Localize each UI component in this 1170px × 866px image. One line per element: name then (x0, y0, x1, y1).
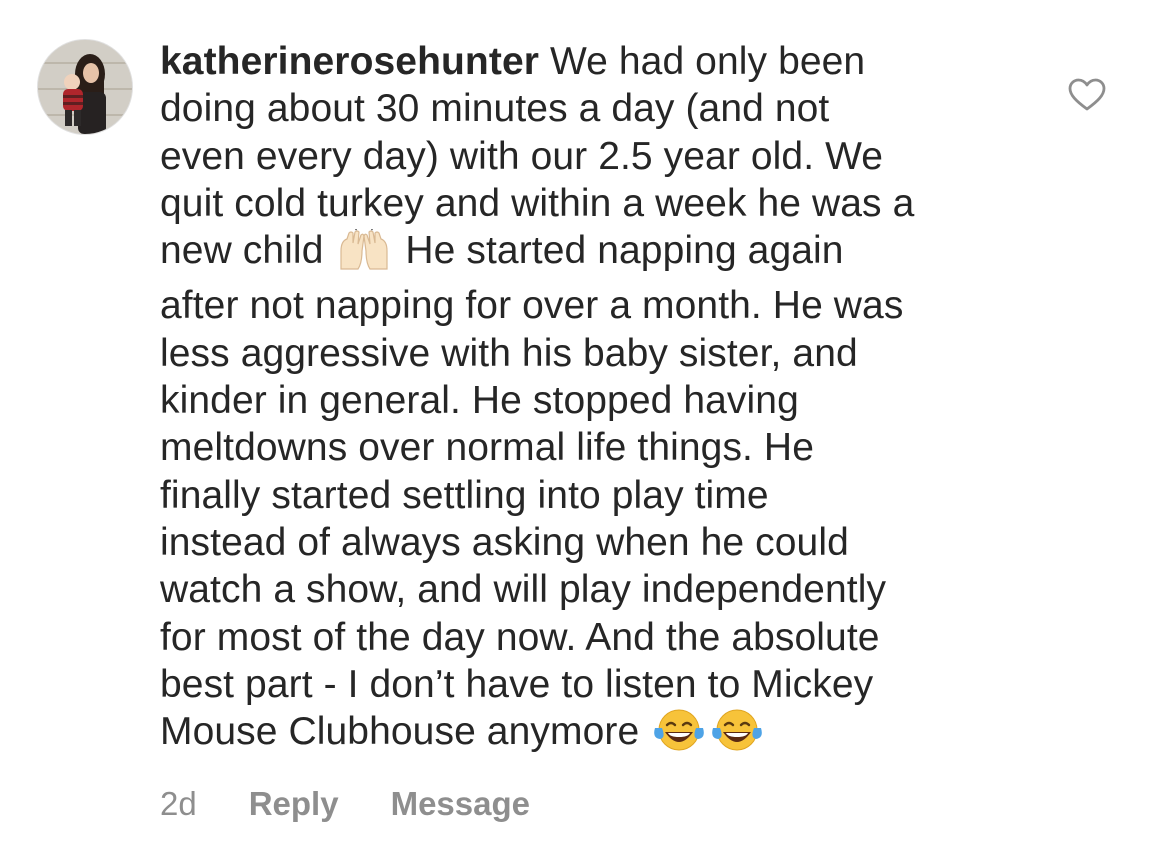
comment-username[interactable]: katherinerosehunter (160, 40, 539, 83)
comment-line-13: watch a show, and will play independentl… (160, 568, 887, 612)
comment-line-10: meltdowns over normal life things. He (160, 426, 814, 470)
comment-line-12: instead of always asking when he could (160, 520, 849, 564)
comment-line-11: finally started settling into play time (160, 473, 769, 517)
comment-timestamp: 2d (160, 785, 197, 822)
tears-of-joy-emoji (710, 708, 764, 763)
avatar[interactable] (38, 40, 132, 134)
comment-line-5: new child (160, 229, 335, 273)
comment-meta-row: 2d Reply Message (160, 782, 582, 826)
raising-hands-emoji (336, 225, 392, 282)
comment-line-7: after not napping for over a month. He w… (160, 284, 904, 328)
comment-line-16: Mouse Clubhouse anymore (160, 710, 651, 754)
comment-line-8: less aggressive with his baby sister, an… (160, 331, 858, 375)
heart-outline-icon[interactable] (1068, 78, 1106, 112)
comment-line-2: doing about 30 minutes a day (and not (160, 87, 830, 131)
comment-row: katherinerosehunter We had only been doi… (0, 0, 1170, 866)
comment-line-4: quit cold turkey and within a week he wa… (160, 181, 915, 225)
comment-line-9: kinder in general. He stopped having (160, 379, 799, 423)
message-button[interactable]: Message (391, 785, 530, 823)
comment-line-1: We had only been (539, 40, 866, 83)
reply-button[interactable]: Reply (249, 785, 339, 823)
tears-of-joy-emoji (652, 708, 706, 763)
comment-line-14: for most of the day now. And the absolut… (160, 615, 880, 659)
comment-text: katherinerosehunter We had only been doi… (160, 38, 1040, 763)
comment-line-3: even every day) with our 2.5 year old. W… (160, 134, 884, 178)
comment-line-6: He started napping again (394, 229, 844, 273)
comment-line-15: best part - I don’t have to listen to Mi… (160, 662, 874, 706)
